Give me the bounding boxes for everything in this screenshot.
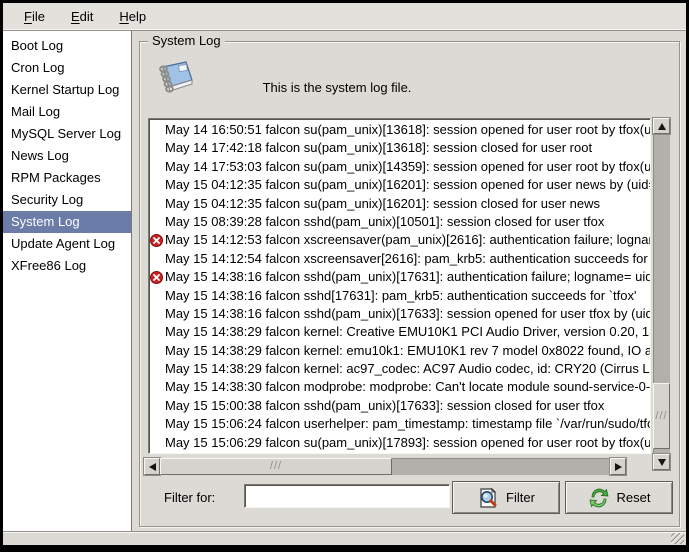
log-content: May 14 16:50:51 falcon su(pam_unix)[1361… (149, 119, 650, 452)
horizontal-scroll-thumb[interactable] (160, 458, 392, 475)
sidebar-item-system-log[interactable]: System Log (3, 211, 131, 233)
content-panel: System Log (132, 31, 686, 531)
log-line-text: May 15 14:38:30 falcon modprobe: modprob… (165, 379, 651, 394)
sidebar-item-xfree86-log[interactable]: XFree86 Log (3, 255, 131, 277)
log-list: Boot LogCron LogKernel Startup LogMail L… (3, 31, 132, 531)
log-line-text: May 15 14:12:54 falcon xscreensaver[2616… (165, 251, 651, 266)
log-line-text: May 15 15:06:29 falcon su(pam_unix)[1789… (165, 435, 651, 450)
arrow-down-icon (658, 459, 666, 466)
scroll-down-button[interactable] (653, 454, 670, 470)
thumb-grip (655, 411, 667, 422)
reset-button[interactable]: Reset (565, 481, 673, 514)
log-line: May 14 16:50:51 falcon su(pam_unix)[1361… (149, 121, 650, 139)
main-area: Boot LogCron LogKernel Startup LogMail L… (3, 31, 686, 531)
filter-input[interactable] (244, 484, 450, 508)
log-line-text: May 15 14:38:16 falcon sshd(pam_unix)[17… (165, 306, 651, 321)
resize-grip-icon[interactable] (671, 533, 684, 544)
log-line-text: May 14 16:50:51 falcon su(pam_unix)[1361… (165, 122, 651, 137)
vertical-scroll-thumb[interactable] (653, 383, 670, 449)
log-line: May 15 14:38:30 falcon modprobe: modprob… (149, 378, 650, 396)
menu-file[interactable]: File (11, 5, 58, 28)
log-line-text: May 15 04:12:35 falcon su(pam_unix)[1620… (165, 196, 600, 211)
reset-button-label: Reset (617, 490, 651, 505)
log-line: May 15 14:38:16 falcon sshd(pam_unix)[17… (149, 268, 650, 286)
log-line-text: May 15 15:00:38 falcon sshd(pam_unix)[17… (165, 398, 604, 413)
sidebar-item-kernel-startup-log[interactable]: Kernel Startup Log (3, 79, 131, 101)
thumb-grip (270, 461, 282, 472)
scroll-up-button[interactable] (653, 118, 670, 134)
menu-bar: FileEditHelp (3, 3, 686, 31)
log-line-text: May 15 14:38:16 falcon sshd(pam_unix)[17… (165, 269, 651, 284)
log-line-text: May 15 14:38:16 falcon sshd[17631]: pam_… (165, 288, 637, 303)
refresh-arrows-icon (588, 488, 610, 508)
vertical-scroll-track[interactable] (653, 134, 670, 454)
log-line-text: May 15 04:12:35 falcon su(pam_unix)[1620… (165, 177, 651, 192)
log-line-text: May 15 14:38:29 falcon kernel: ac97_code… (165, 361, 651, 376)
log-line-text: May 15 08:39:28 falcon sshd(pam_unix)[10… (165, 214, 604, 229)
sidebar-item-update-agent-log[interactable]: Update Agent Log (3, 233, 131, 255)
log-description: This is the system log file. (187, 80, 487, 95)
error-icon (150, 271, 163, 284)
log-line: May 15 04:12:35 falcon su(pam_unix)[1620… (149, 176, 650, 194)
log-line: May 15 14:12:54 falcon xscreensaver[2616… (149, 250, 650, 268)
log-line: May 15 15:06:24 falcon userhelper: pam_t… (149, 415, 650, 433)
app-window: FileEditHelp Boot LogCron LogKernel Star… (0, 0, 689, 552)
log-line-text: May 15 14:38:29 falcon kernel: emu10k1: … (165, 343, 651, 358)
sidebar-item-news-log[interactable]: News Log (3, 145, 131, 167)
error-icon (150, 234, 163, 247)
log-line: May 15 14:38:16 falcon sshd[17631]: pam_… (149, 287, 650, 305)
filter-label: Filter for: (164, 490, 215, 505)
sidebar-item-cron-log[interactable]: Cron Log (3, 57, 131, 79)
sidebar-item-rpm-packages[interactable]: RPM Packages (3, 167, 131, 189)
log-line: May 15 14:38:29 falcon kernel: emu10k1: … (149, 342, 650, 360)
status-bar (3, 531, 686, 545)
log-line: May 14 17:42:18 falcon su(pam_unix)[1361… (149, 139, 650, 157)
log-line: May 15 14:38:29 falcon kernel: ac97_code… (149, 360, 650, 378)
log-line: May 15 08:39:28 falcon sshd(pam_unix)[10… (149, 213, 650, 231)
log-line-text: May 14 17:53:03 falcon su(pam_unix)[1435… (165, 159, 651, 174)
sidebar-item-mail-log[interactable]: Mail Log (3, 101, 131, 123)
arrow-left-icon (149, 463, 156, 471)
log-line-text: May 15 14:38:29 falcon kernel: Creative … (165, 324, 651, 339)
log-line-text: May 14 17:42:18 falcon su(pam_unix)[1361… (165, 140, 592, 155)
log-line-text: May 15 14:12:53 falcon xscreensaver(pam_… (165, 232, 651, 247)
arrow-right-icon (615, 463, 622, 471)
vertical-scrollbar[interactable] (653, 118, 670, 470)
system-log-frame: System Log (139, 41, 680, 527)
log-viewport[interactable]: May 14 16:50:51 falcon su(pam_unix)[1361… (148, 118, 651, 454)
log-line: May 15 14:38:29 falcon kernel: Creative … (149, 323, 650, 341)
log-line: May 15 14:38:16 falcon sshd(pam_unix)[17… (149, 305, 650, 323)
log-line: May 15 14:12:53 falcon xscreensaver(pam_… (149, 231, 650, 249)
horizontal-scrollbar[interactable] (144, 458, 626, 475)
log-line: May 14 17:53:03 falcon su(pam_unix)[1435… (149, 158, 650, 176)
menu-help[interactable]: Help (106, 5, 159, 28)
log-line: May 15 15:00:38 falcon sshd(pam_unix)[17… (149, 397, 650, 415)
log-line-text: May 15 15:06:24 falcon userhelper: pam_t… (165, 416, 651, 431)
sidebar-item-security-log[interactable]: Security Log (3, 189, 131, 211)
frame-title: System Log (148, 33, 225, 48)
log-line: May 15 04:12:35 falcon su(pam_unix)[1620… (149, 195, 650, 213)
arrow-up-icon (658, 123, 666, 130)
filter-button[interactable]: Filter (452, 481, 560, 514)
scroll-right-button[interactable] (610, 458, 626, 475)
filter-button-label: Filter (506, 490, 535, 505)
sidebar-item-boot-log[interactable]: Boot Log (3, 35, 131, 57)
magnifier-document-icon (477, 487, 499, 509)
menu-edit[interactable]: Edit (58, 5, 106, 28)
scroll-left-button[interactable] (144, 458, 160, 475)
sidebar-item-mysql-server-log[interactable]: MySQL Server Log (3, 123, 131, 145)
log-line: May 15 15:06:29 falcon su(pam_unix)[1789… (149, 434, 650, 452)
